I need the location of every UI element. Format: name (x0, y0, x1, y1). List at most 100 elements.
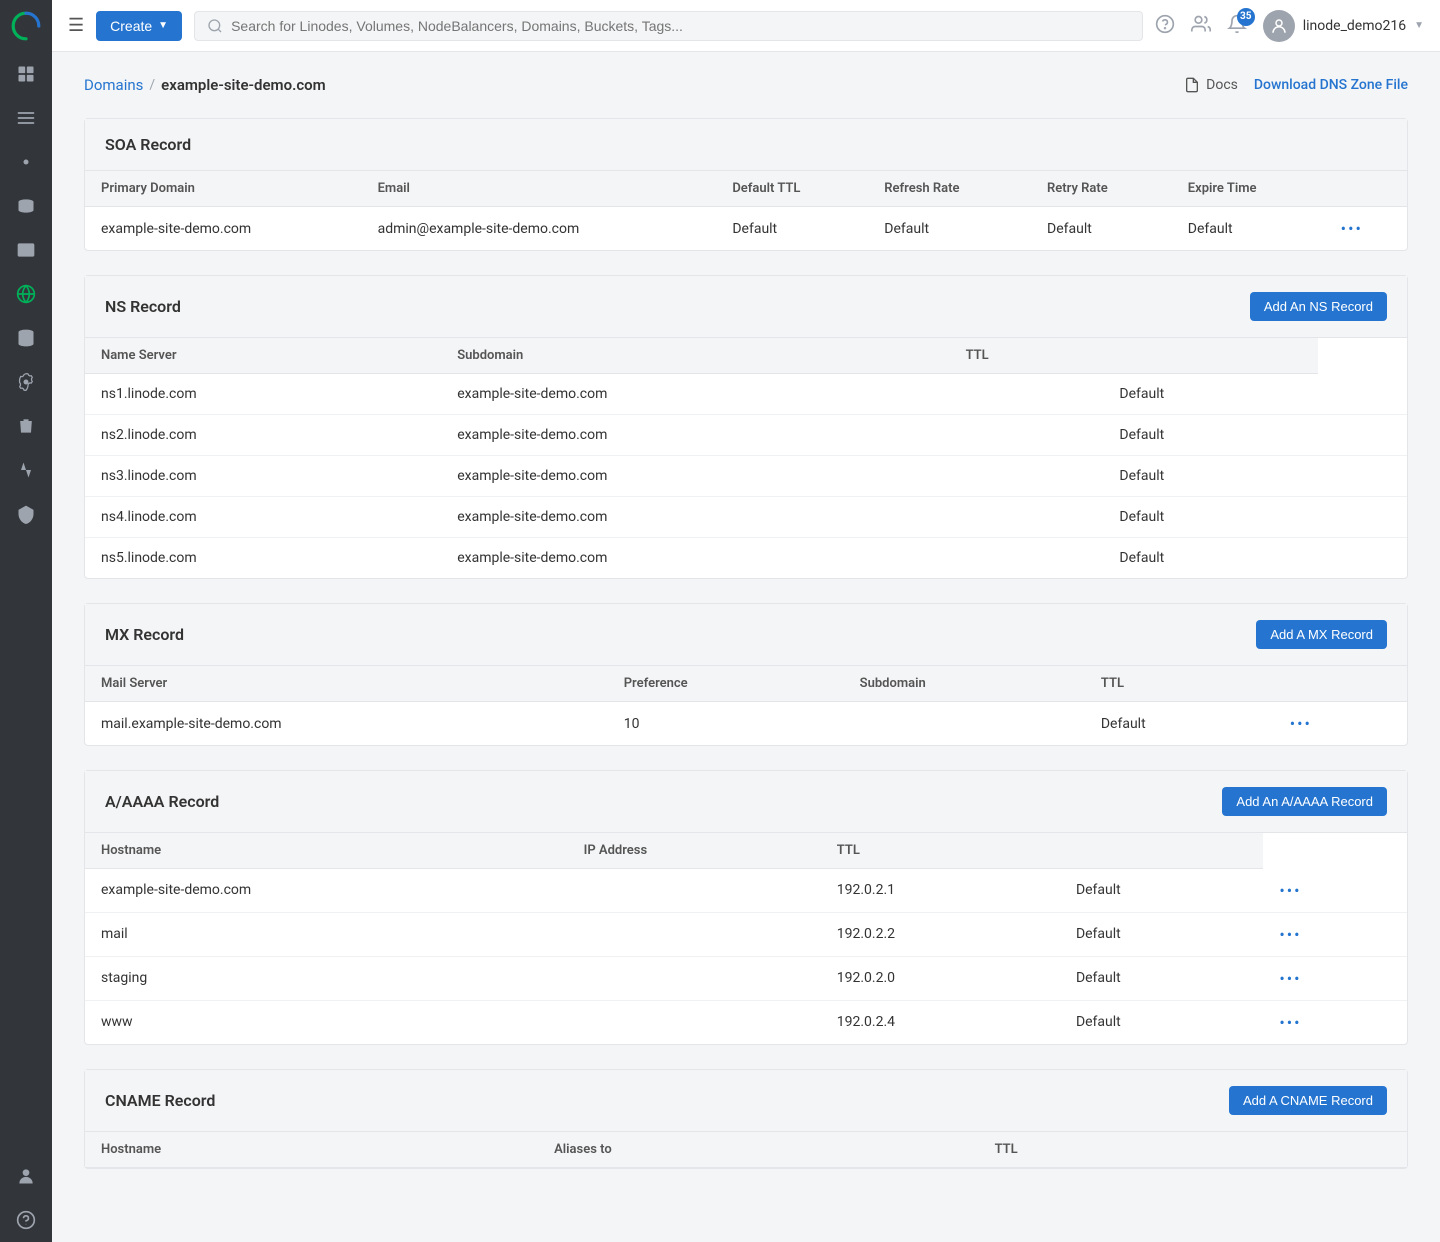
sidebar-item-security[interactable] (0, 492, 52, 536)
mx-record-section: MX Record Add A MX Record Mail Server Pr… (84, 603, 1408, 746)
sidebar-item-settings[interactable] (0, 360, 52, 404)
ns-record-header: NS Record Add An NS Record (85, 276, 1407, 338)
sidebar-item-help[interactable] (0, 1198, 52, 1242)
docs-icon (1184, 77, 1200, 93)
notification-badge: 35 (1237, 8, 1255, 26)
user-arrow: ▼ (1414, 20, 1424, 31)
ns-record-title: NS Record (105, 297, 181, 316)
hamburger-button[interactable]: ☰ (68, 15, 84, 36)
breadcrumb-actions: Docs Download DNS Zone File (1184, 77, 1408, 93)
row-more-button[interactable]: ••• (1290, 714, 1312, 733)
mx-record-title: MX Record (105, 625, 184, 644)
table-row: example-site-demo.comadmin@example-site-… (85, 207, 1407, 251)
table-row: example-site-demo.com192.0.2.1Default••• (85, 869, 1407, 913)
table-row: ns3.linode.comexample-site-demo.comDefau… (85, 456, 1407, 497)
ns-col-nameserver: Name Server (85, 338, 441, 374)
sidebar-item-activity[interactable] (0, 448, 52, 492)
soa-col-email: Email (362, 171, 717, 207)
row-more-button[interactable]: ••• (1279, 1013, 1301, 1032)
cname-col-actions (1250, 1132, 1407, 1168)
main-wrapper: ☰ Create ▼ 35 linode_demo216 (52, 0, 1440, 1242)
sidebar-item-linodes[interactable] (0, 96, 52, 140)
ns-col-ttl: TTL (950, 338, 1104, 374)
breadcrumb: Domains / example-site-demo.com Docs Dow… (84, 76, 1408, 94)
sidebar-item-dashboard[interactable] (0, 52, 52, 96)
mx-col-preference: Preference (608, 666, 844, 702)
row-more-button[interactable]: ••• (1341, 219, 1363, 238)
create-arrow: ▼ (158, 20, 168, 31)
search-bar[interactable] (194, 11, 1143, 41)
table-row: ns2.linode.comexample-site-demo.comDefau… (85, 415, 1407, 456)
user-name: linode_demo216 (1303, 18, 1406, 34)
aaaa-record-title: A/AAAA Record (105, 792, 219, 811)
sidebar-item-profile[interactable] (0, 1154, 52, 1198)
soa-record-title: SOA Record (105, 135, 191, 154)
ns-record-table: Name Server Subdomain TTL ns1.linode.com… (85, 338, 1407, 578)
table-row: ns1.linode.comexample-site-demo.comDefau… (85, 374, 1407, 415)
table-row: staging192.0.2.0Default••• (85, 956, 1407, 1000)
mx-record-table: Mail Server Preference Subdomain TTL mai… (85, 666, 1407, 745)
row-more-button[interactable]: ••• (1279, 881, 1301, 900)
row-more-button[interactable]: ••• (1279, 969, 1301, 988)
sidebar-item-volumes[interactable] (0, 184, 52, 228)
soa-table-header-row: Primary Domain Email Default TTL Refresh… (85, 171, 1407, 207)
soa-record-header: SOA Record (85, 119, 1407, 171)
mx-col-subdomain: Subdomain (844, 666, 1085, 702)
soa-col-expire-time: Expire Time (1172, 171, 1325, 207)
sidebar-logo (0, 0, 52, 52)
breadcrumb-separator: / (149, 77, 155, 93)
ns-col-subdomain: Subdomain (441, 338, 949, 374)
cname-col-aliases: Aliases to (538, 1132, 978, 1168)
cname-record-section: CNAME Record Add A CNAME Record Hostname… (84, 1069, 1408, 1169)
sidebar-item-databases[interactable] (0, 316, 52, 360)
soa-col-actions (1325, 171, 1407, 207)
soa-col-default-ttl: Default TTL (716, 171, 868, 207)
add-cname-record-button[interactable]: Add A CNAME Record (1229, 1086, 1387, 1115)
ns-col-actions (1103, 338, 1317, 374)
cname-col-ttl: TTL (979, 1132, 1250, 1168)
add-aaaa-record-button[interactable]: Add An A/AAAA Record (1222, 787, 1387, 816)
mx-col-mailserver: Mail Server (85, 666, 608, 702)
breadcrumb-parent[interactable]: Domains (84, 76, 143, 94)
cname-record-table: Hostname Aliases to TTL (85, 1132, 1407, 1168)
add-ns-record-button[interactable]: Add An NS Record (1250, 292, 1387, 321)
soa-record-section: SOA Record Primary Domain Email Default … (84, 118, 1408, 251)
topbar: ☰ Create ▼ 35 linode_demo216 (52, 0, 1440, 52)
aaaa-record-header: A/AAAA Record Add An A/AAAA Record (85, 771, 1407, 833)
aaaa-record-section: A/AAAA Record Add An A/AAAA Record Hostn… (84, 770, 1408, 1045)
sidebar-item-domains[interactable] (0, 272, 52, 316)
sidebar-item-objectstorage[interactable] (0, 228, 52, 272)
aaaa-col-ttl: TTL (821, 833, 1060, 869)
mx-col-actions (1274, 666, 1407, 702)
user-avatar (1263, 10, 1295, 42)
cname-record-title: CNAME Record (105, 1091, 215, 1110)
table-row: ns4.linode.comexample-site-demo.comDefau… (85, 497, 1407, 538)
table-row: ns5.linode.comexample-site-demo.comDefau… (85, 538, 1407, 579)
users-icon[interactable] (1191, 14, 1211, 38)
soa-col-retry-rate: Retry Rate (1031, 171, 1172, 207)
aaaa-record-table: Hostname IP Address TTL example-site-dem… (85, 833, 1407, 1044)
content-area: Domains / example-site-demo.com Docs Dow… (52, 52, 1440, 1242)
user-menu[interactable]: linode_demo216 ▼ (1263, 10, 1424, 42)
row-more-button[interactable]: ••• (1279, 925, 1301, 944)
soa-col-primary-domain: Primary Domain (85, 171, 362, 207)
aaaa-col-ip: IP Address (568, 833, 821, 869)
table-row: www192.0.2.4Default••• (85, 1000, 1407, 1044)
download-dns-link[interactable]: Download DNS Zone File (1254, 77, 1408, 93)
soa-col-refresh-rate: Refresh Rate (868, 171, 1031, 207)
table-row: mail.example-site-demo.com10Default••• (85, 702, 1407, 746)
search-input[interactable] (231, 18, 1130, 34)
search-icon (207, 18, 223, 34)
breadcrumb-current: example-site-demo.com (161, 76, 326, 94)
add-mx-record-button[interactable]: Add A MX Record (1256, 620, 1387, 649)
docs-link[interactable]: Docs (1184, 77, 1238, 93)
create-button[interactable]: Create ▼ (96, 11, 182, 41)
help-icon[interactable] (1155, 14, 1175, 38)
soa-record-table: Primary Domain Email Default TTL Refresh… (85, 171, 1407, 250)
aaaa-col-actions (1060, 833, 1263, 869)
notifications-icon[interactable]: 35 (1227, 14, 1247, 38)
table-row: mail192.0.2.2Default••• (85, 912, 1407, 956)
sidebar-item-trash[interactable] (0, 404, 52, 448)
mx-col-ttl: TTL (1085, 666, 1274, 702)
sidebar-item-kubernetes[interactable] (0, 140, 52, 184)
